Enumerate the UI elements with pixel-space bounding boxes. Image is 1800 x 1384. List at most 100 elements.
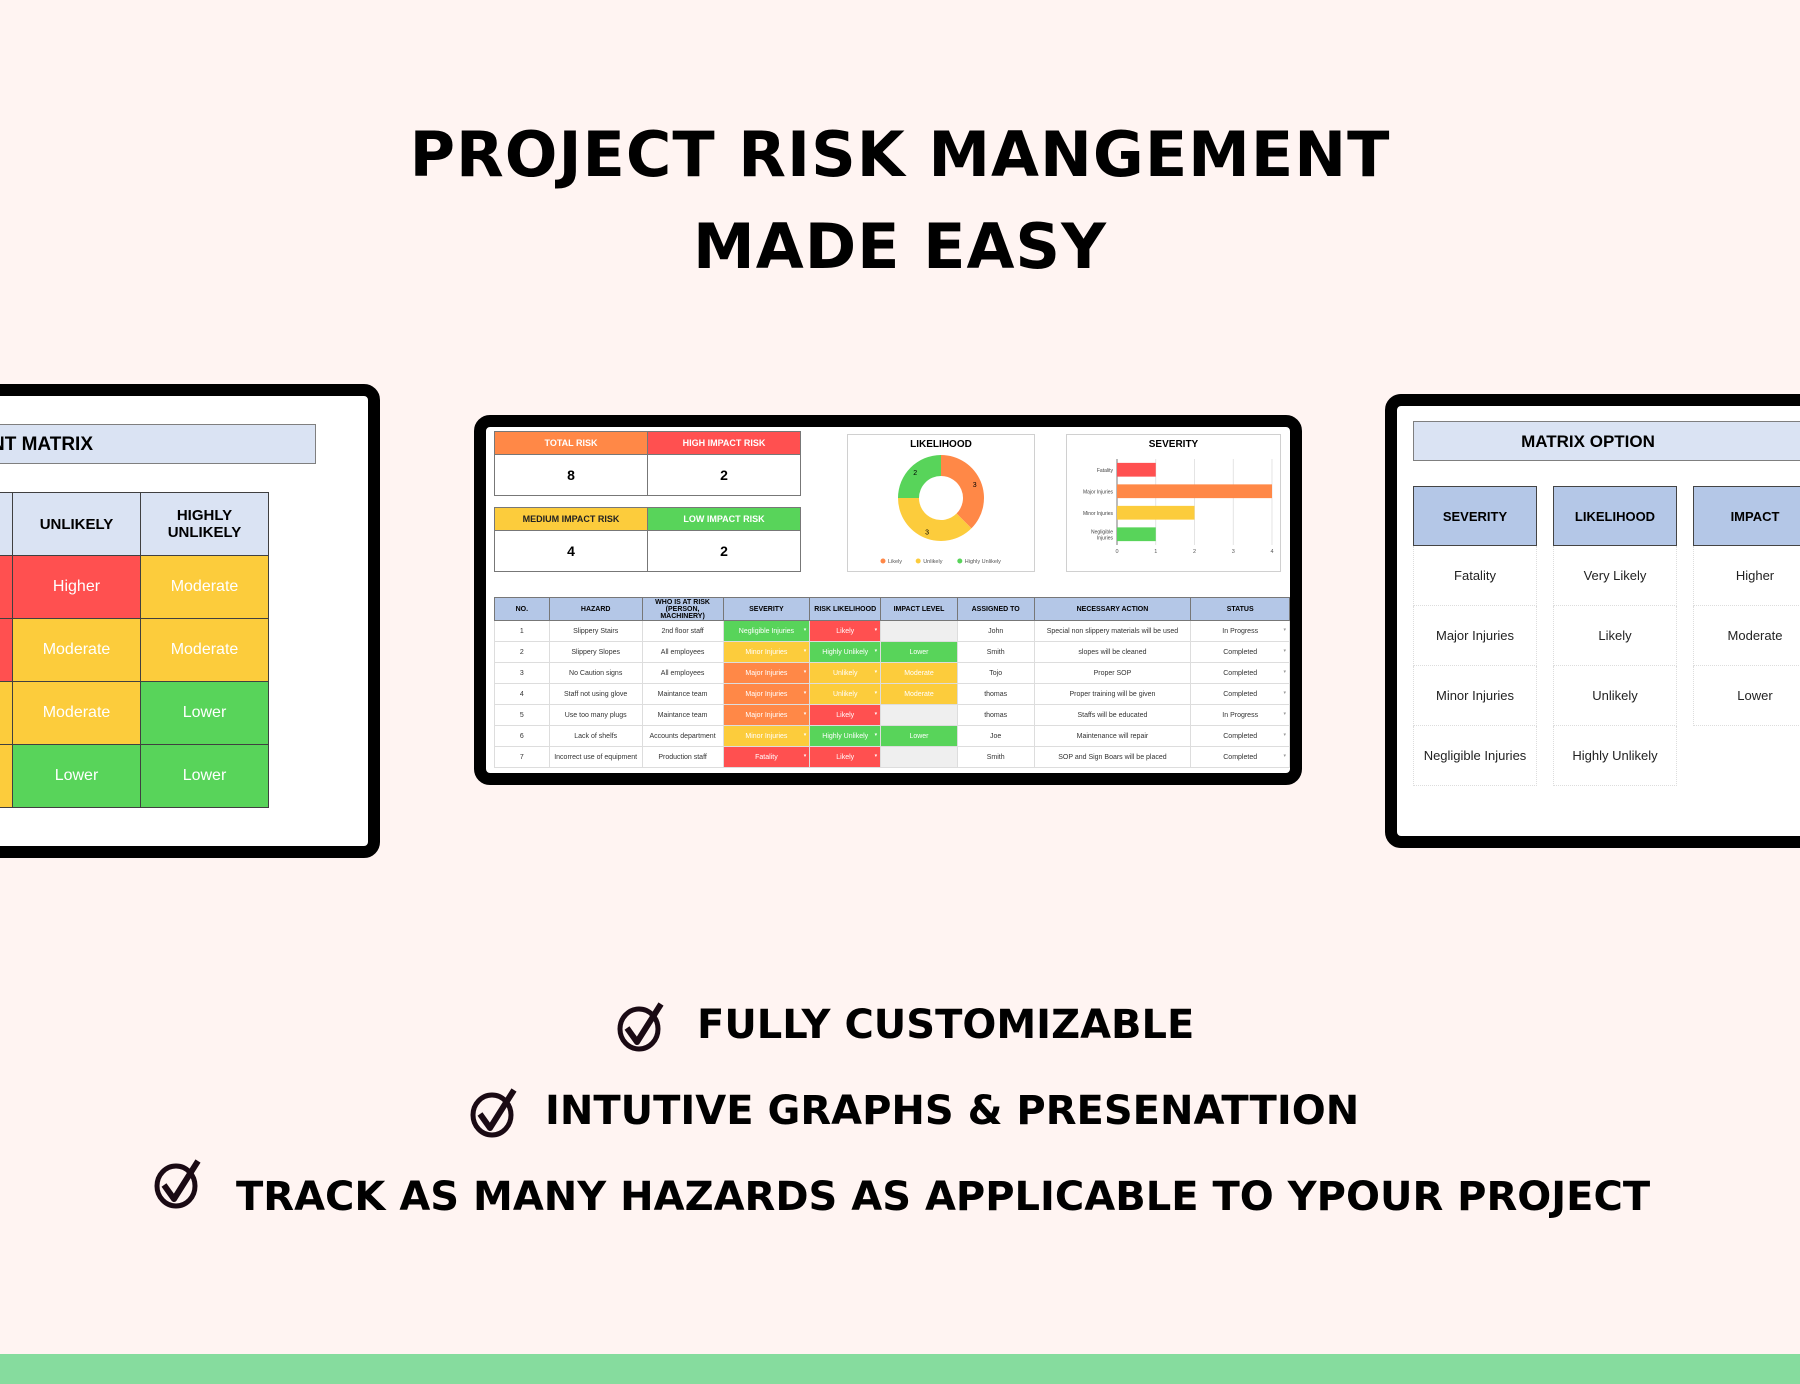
dropdown-arrow-icon[interactable]: ▾ — [1283, 627, 1286, 633]
cell-text: Unlikely — [832, 669, 858, 677]
column-header: RISK LIKELIHOOD — [809, 597, 882, 621]
cell-text: Staff not using glove — [564, 690, 628, 698]
cell-hazard: No Caution signs — [548, 662, 643, 684]
kpi-block-bottom: MEDIUM IMPACT RISK LOW IMPACT RISK 4 2 — [494, 507, 801, 572]
legend-marker — [915, 558, 921, 564]
impact-option: Higher — [1693, 546, 1800, 606]
cell-impact — [880, 620, 958, 642]
severity-dropdown[interactable]: Negligible Injuries ▾ — [722, 620, 811, 642]
dropdown-arrow-icon[interactable]: ▾ — [1283, 690, 1286, 696]
status-dropdown[interactable]: Completed ▾ — [1190, 683, 1290, 705]
cell-text: Proper training will be given — [1069, 690, 1156, 698]
cell-text: Smith — [986, 648, 1005, 656]
severity-dropdown[interactable]: Major Injuries ▾ — [722, 704, 811, 726]
column-header: SEVERITY — [722, 597, 811, 621]
cell-assigned: thomas — [956, 683, 1035, 705]
status-dropdown[interactable]: Completed ▾ — [1190, 725, 1290, 747]
cell-text: Lower — [909, 648, 929, 656]
legend-label: Likely — [888, 559, 902, 565]
likelihood-chart: LIKELIHOOD 3 3 2 Likely Unlikely Highly Unlik… — [847, 434, 1035, 572]
dropdown-arrow-icon[interactable]: ▾ — [804, 732, 807, 738]
dropdown-arrow-icon[interactable]: ▾ — [804, 627, 807, 633]
matrix-cell: Moderate — [0, 744, 13, 808]
likelihood-option: Highly Unlikely — [1553, 726, 1677, 786]
likelihood-option: Unlikely — [1553, 666, 1677, 726]
matrix-cell: Higher — [0, 618, 13, 682]
severity-dropdown[interactable]: Minor Injuries ▾ — [722, 641, 811, 663]
dropdown-arrow-icon[interactable]: ▾ — [1283, 648, 1286, 654]
likelihood-dropdown[interactable]: Likely ▾ — [809, 746, 882, 768]
cell-hazard: Staff not using glove — [548, 683, 643, 705]
cell-text: 5 — [519, 711, 524, 719]
dropdown-arrow-icon[interactable]: ▾ — [1283, 732, 1286, 738]
dropdown-arrow-icon[interactable]: ▾ — [804, 711, 807, 717]
status-dropdown[interactable]: In Progress ▾ — [1190, 704, 1290, 726]
dropdown-arrow-icon[interactable]: ▾ — [875, 690, 878, 696]
likelihood-dropdown[interactable]: Highly Unlikely ▾ — [809, 725, 882, 747]
likelihood-dropdown[interactable]: Likely ▾ — [809, 620, 882, 642]
dropdown-arrow-icon[interactable]: ▾ — [804, 690, 807, 696]
severity-dropdown[interactable]: Minor Injuries ▾ — [722, 725, 811, 747]
total-risk-value: 8 — [494, 454, 648, 496]
cell-text: Maintance team — [657, 690, 708, 698]
feature-1: FULLY CUSTOMIZABLE — [697, 1002, 1195, 1048]
check-circle-icon — [617, 1002, 664, 1052]
cell-no: 3 — [494, 662, 550, 684]
high-impact-label: HIGH IMPACT RISK — [647, 431, 801, 455]
dropdown-arrow-icon[interactable]: ▾ — [1283, 753, 1286, 759]
dropdown-arrow-icon[interactable]: ▾ — [875, 753, 878, 759]
risk-matrix-grid: LIKELY UNLIKELY HIGHLY UNLIKELY HigherHi… — [0, 492, 269, 808]
table-row: 5 Use too many plugs Maintance team Major I… — [494, 704, 1290, 726]
cell-hazard: Lack of shelfs — [548, 725, 643, 747]
x-tick-label: 2 — [1193, 549, 1196, 555]
matrix-option-preview: MATRIX OPTION SEVERITY Fatality Major In… — [1385, 394, 1800, 848]
dropdown-arrow-icon[interactable]: ▾ — [875, 711, 878, 717]
status-dropdown[interactable]: Completed ▾ — [1190, 746, 1290, 768]
status-dropdown[interactable]: In Progress ▾ — [1190, 620, 1290, 642]
dropdown-arrow-icon[interactable]: ▾ — [875, 627, 878, 633]
likelihood-header: LIKELIHOOD — [1553, 486, 1677, 546]
cell-text: Proper SOP — [1093, 669, 1132, 677]
matrix-cell: Moderate — [0, 681, 13, 745]
cell-hazard: Use too many plugs — [548, 704, 643, 726]
dropdown-arrow-icon[interactable]: ▾ — [1283, 669, 1286, 675]
cell-impact: Moderate — [880, 662, 958, 684]
dropdown-arrow-icon[interactable]: ▾ — [875, 648, 878, 654]
matrix-cell: Lower — [140, 681, 269, 745]
dropdown-arrow-icon[interactable]: ▾ — [804, 753, 807, 759]
cell-text: thomas — [984, 690, 1008, 698]
cell-text: SOP and Sign Boars will be placed — [1058, 753, 1167, 761]
cell-text: Special non slippery materials will be u… — [1046, 627, 1179, 635]
cell-text: Tojo — [989, 669, 1003, 677]
severity-dropdown[interactable]: Major Injuries ▾ — [722, 683, 811, 705]
column-header: IMPACT LEVEL — [880, 597, 958, 621]
likelihood-dropdown[interactable]: Unlikely ▾ — [809, 683, 882, 705]
severity-dropdown[interactable]: Fatality ▾ — [722, 746, 811, 768]
status-dropdown[interactable]: Completed ▾ — [1190, 662, 1290, 684]
dropdown-arrow-icon[interactable]: ▾ — [875, 732, 878, 738]
severity-dropdown[interactable]: Major Injuries ▾ — [722, 662, 811, 684]
dropdown-arrow-icon[interactable]: ▾ — [875, 669, 878, 675]
likelihood-dropdown[interactable]: Highly Unlikely ▾ — [809, 641, 882, 663]
high-impact-value: 2 — [647, 454, 801, 496]
cell-no: 1 — [494, 620, 550, 642]
cell-text: Completed — [1223, 669, 1258, 677]
headline-line-1: PROJECT RISK MANGEMENT — [409, 118, 1391, 191]
likelihood-dropdown[interactable]: Unlikely ▾ — [809, 662, 882, 684]
dropdown-arrow-icon[interactable]: ▾ — [804, 669, 807, 675]
likelihood-dropdown[interactable]: Likely ▾ — [809, 704, 882, 726]
status-dropdown[interactable]: Completed ▾ — [1190, 641, 1290, 663]
dropdown-arrow-icon[interactable]: ▾ — [804, 648, 807, 654]
matrix-col-likely: LIKELY — [0, 492, 13, 556]
cell-no: 6 — [494, 725, 550, 747]
dropdown-arrow-icon[interactable]: ▾ — [1283, 711, 1286, 717]
cell-assigned: Tojo — [956, 662, 1035, 684]
donut-data-label: 3 — [925, 530, 929, 537]
cell-text: Staffs will be educated — [1077, 711, 1148, 719]
severity-option: Major Injuries — [1413, 606, 1537, 666]
cell-text: All employees — [660, 669, 705, 677]
y-category-label: Minor Injuries — [1083, 511, 1114, 517]
cell-assigned: Smith — [956, 746, 1035, 768]
matrix-cell: Higher — [0, 555, 13, 619]
y-category-label: Injuries — [1097, 535, 1114, 541]
